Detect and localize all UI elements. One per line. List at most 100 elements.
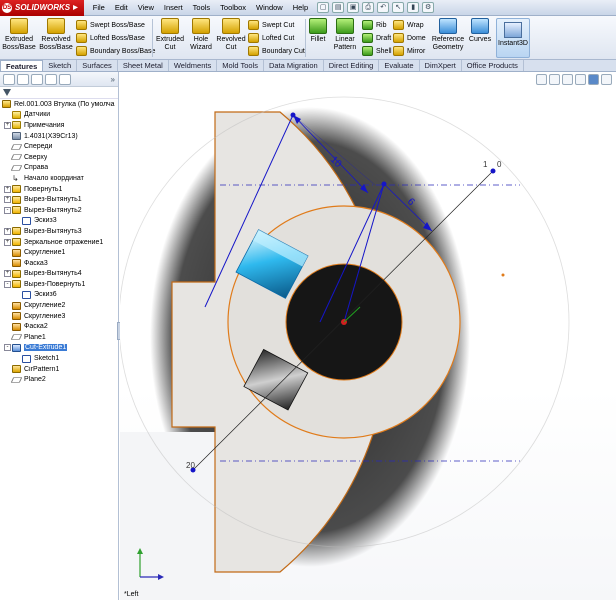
tree-item[interactable]: - Вырез-Повернуть1 [0,279,118,290]
tab-dimxpert[interactable]: DimXpert [420,60,462,71]
tab-sheet-metal[interactable]: Sheet Metal [118,60,169,71]
mirror-button[interactable]: Mirror [393,45,425,57]
feature-tree-icon[interactable] [3,73,15,85]
configuration-manager-icon[interactable] [31,73,43,85]
tree-item[interactable]: - Cut-Extrude1 [0,343,118,354]
shell-button[interactable]: Shell [362,45,392,57]
expand-toggle-icon[interactable]: - [4,280,11,288]
expand-toggle-icon[interactable]: - [4,344,11,352]
tree-item[interactable]: + Зеркальное отражение1 [0,237,118,248]
dimxpert-manager-icon[interactable] [45,73,57,85]
sketch-point[interactable] [290,112,296,118]
extruded-boss-button[interactable]: Extruded Boss/Base [2,18,36,58]
property-manager-icon[interactable] [17,73,29,85]
tree-item[interactable]: Эскиз6 [0,290,118,301]
hole-wizard-button[interactable]: Hole Wizard [187,18,215,58]
tree-item[interactable]: ↳ Начало координат [0,173,118,184]
menu-file[interactable]: File [88,3,110,12]
expand-toggle-icon[interactable]: + [4,238,11,246]
graphics-viewport[interactable]: 10 6 1 0 20 *Left [120,72,616,600]
tree-item[interactable]: + Вырез-Вытянуть4 [0,269,118,280]
tab-data-migration[interactable]: Data Migration [264,60,324,71]
dome-button[interactable]: Dome [393,32,426,44]
tree-item[interactable]: + Вырез-Вытянуть3 [0,226,118,237]
undo-icon[interactable]: ↶ [377,2,390,13]
tab-mold-tools[interactable]: Mold Tools [217,60,264,71]
tab-weldments[interactable]: Weldments [169,60,218,71]
menu-tools[interactable]: Tools [188,3,216,12]
instant3d-button[interactable]: Instant3D [496,18,530,58]
tab-features[interactable]: Features [0,60,44,71]
tree-item[interactable]: 1.4031(X39Cr13) [0,131,118,142]
reference-geometry-button[interactable]: Reference Geometry [428,18,468,58]
tree-item[interactable]: Спереди [0,141,118,152]
tree-item[interactable]: Сверху [0,152,118,163]
lofted-boss-button[interactable]: Lofted Boss/Base [76,32,145,44]
tree-item[interactable]: Справа [0,163,118,174]
select-icon[interactable]: ↖ [392,2,405,13]
sketch-point[interactable] [381,181,387,187]
tree-item[interactable]: + Примечания [0,120,118,131]
zoom-to-area-icon[interactable] [549,74,560,85]
panel-expand-icon[interactable]: » [111,75,115,84]
boundary-boss-button[interactable]: Boundary Boss/Base [76,45,155,57]
expand-toggle-icon[interactable]: + [4,121,11,129]
curves-button[interactable]: Curves [467,18,493,58]
draft-button[interactable]: Draft [362,32,391,44]
tab-direct-editing[interactable]: Direct Editing [324,60,380,71]
rebuild-icon[interactable]: ▮ [407,2,420,13]
rib-button[interactable]: Rib [362,19,387,31]
expand-toggle-icon[interactable]: + [4,227,11,235]
lofted-cut-button[interactable]: Lofted Cut [248,32,294,44]
swept-cut-button[interactable]: Swept Cut [248,19,294,31]
tree-item[interactable]: Датчики [0,110,118,121]
expand-toggle-icon[interactable]: + [4,196,11,204]
expand-toggle-icon[interactable]: + [4,270,11,278]
tree-item[interactable]: Скругление1 [0,247,118,258]
save-icon[interactable]: ▣ [347,2,360,13]
menu-view[interactable]: View [133,3,159,12]
wrap-button[interactable]: Wrap [393,19,424,31]
menu-insert[interactable]: Insert [159,3,188,12]
tab-office-products[interactable]: Office Products [462,60,524,71]
display-style-icon[interactable] [601,74,612,85]
tab-sketch[interactable]: Sketch [43,60,78,71]
print-icon[interactable]: ⎙ [362,2,375,13]
swept-boss-button[interactable]: Swept Boss/Base [76,19,145,31]
boundary-cut-button[interactable]: Boundary Cut [248,45,305,57]
tree-item[interactable]: CirPattern1 [0,364,118,375]
zoom-to-fit-icon[interactable] [536,74,547,85]
expand-toggle-icon[interactable]: + [4,185,11,193]
tree-root-part[interactable]: Rel.001.003 Втулка (По умолча [0,99,118,110]
options-icon[interactable]: ⚙ [422,2,435,13]
menu-edit[interactable]: Edit [110,3,133,12]
open-folder-icon[interactable]: ▤ [332,2,345,13]
sketch-point[interactable] [490,168,496,174]
fillet-button[interactable]: Fillet [307,18,329,58]
tree-item[interactable]: + Вырез-Вытянуть1 [0,194,118,205]
previous-view-icon[interactable] [562,74,573,85]
tree-item[interactable]: + Повернуть1 [0,184,118,195]
extruded-cut-button[interactable]: Extruded Cut [155,18,185,58]
new-document-icon[interactable]: ▢ [317,2,330,13]
tree-item[interactable]: Plane1 [0,332,118,343]
revolved-boss-button[interactable]: Revolved Boss/Base [38,18,74,58]
expand-toggle-icon[interactable]: - [4,206,11,214]
menu-toolbox[interactable]: Toolbox [215,3,251,12]
tree-item[interactable]: Фаска2 [0,321,118,332]
display-manager-icon[interactable] [59,73,71,85]
tab-evaluate[interactable]: Evaluate [379,60,420,71]
tree-item[interactable]: - Вырез-Вытянуть2 [0,205,118,216]
menu-window[interactable]: Window [251,3,288,12]
tree-item[interactable]: Скругление2 [0,300,118,311]
tree-item[interactable]: Эскиз3 [0,216,118,227]
revolved-cut-button[interactable]: Revolved Cut [216,18,246,58]
tab-surfaces[interactable]: Surfaces [77,60,118,71]
tree-item[interactable]: Sketch1 [0,353,118,364]
view-orientation-icon[interactable] [588,74,599,85]
tree-item[interactable]: Plane2 [0,374,118,385]
tree-item[interactable]: Скругление3 [0,311,118,322]
linear-pattern-button[interactable]: Linear Pattern [330,18,360,58]
tree-item[interactable]: Фаска3 [0,258,118,269]
tree-filter[interactable] [0,87,118,99]
